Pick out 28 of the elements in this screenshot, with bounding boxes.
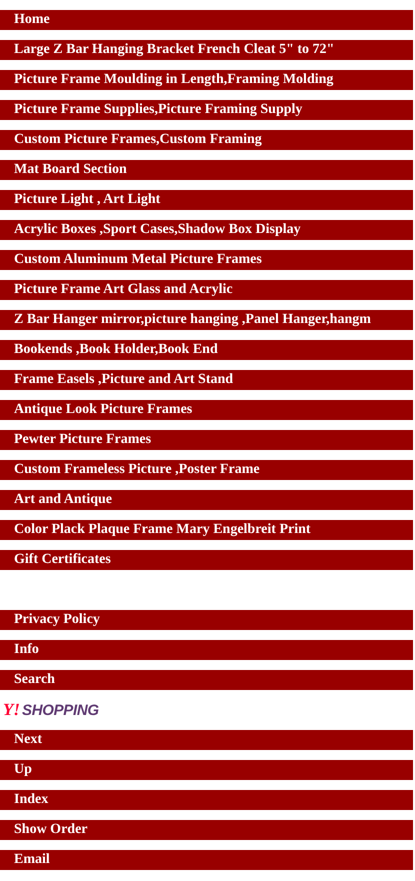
nav-link[interactable]: Up [0,760,413,780]
nav-link[interactable]: Home [0,10,413,30]
nav-link[interactable]: Email [0,850,413,870]
nav-link[interactable]: Custom Picture Frames,Custom Framing [0,130,413,150]
nav-link[interactable]: Info [0,640,413,660]
nav-link[interactable]: Custom Frameless Picture ,Poster Frame [0,460,413,480]
nav-link[interactable]: Picture Frame Moulding in Length,Framing Molding [0,70,413,90]
nav-link[interactable]: Frame Easels ,Picture and Art Stand [0,370,413,390]
nav-link[interactable]: Antique Look Picture Frames [0,400,413,420]
nav-link[interactable]: Index [0,790,413,810]
nav-link[interactable]: Picture Frame Supplies,Picture Framing Supply [0,100,413,120]
nav-link[interactable]: Picture Light , Art Light [0,190,413,210]
nav-link[interactable]: Show Order [0,820,413,840]
nav-link[interactable]: Search [0,670,413,690]
nav-link[interactable]: Privacy Policy [0,610,413,630]
nav-link[interactable]: Art and Antique [0,490,413,510]
nav-link[interactable]: Pewter Picture Frames [0,430,413,450]
nav-link[interactable]: Z Bar Hanger mirror,picture hanging ,Panel Hanger,hangm [0,310,413,330]
nav-link[interactable]: Next [0,730,413,750]
nav-link[interactable]: Picture Frame Art Glass and Acrylic [0,280,413,300]
nav-link[interactable]: Color Plack Plaque Frame Mary Engelbreit Print [0,520,413,540]
nav-link[interactable]: Mat Board Section [0,160,413,180]
nav-link[interactable]: Custom Aluminum Metal Picture Frames [0,250,413,270]
nav-link[interactable]: Bookends ,Book Holder,Book End [0,340,413,360]
shopping-logo[interactable]: Y!SHOPPING [3,700,99,720]
nav-link[interactable]: Gift Certificates [0,550,413,570]
nav-link[interactable]: Acrylic Boxes ,Sport Cases,Shadow Box Display [0,220,413,240]
nav-link[interactable]: Large Z Bar Hanging Bracket French Cleat 5" to 72" [0,40,413,60]
